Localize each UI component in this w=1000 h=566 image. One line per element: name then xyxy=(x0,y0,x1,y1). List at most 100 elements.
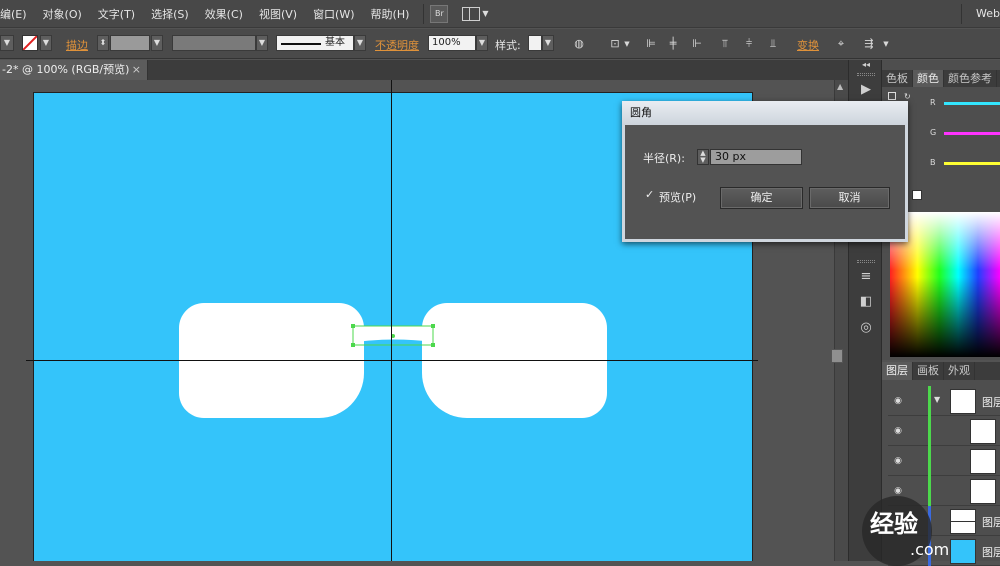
align-middle-icon[interactable]: ⫩ xyxy=(742,37,756,51)
layer-color-bar xyxy=(928,476,931,506)
graphic-style-dropdown[interactable]: ▼ xyxy=(542,35,554,51)
transparency-icon[interactable]: ◎ xyxy=(857,319,875,337)
red-slider-label: R xyxy=(930,98,936,107)
preview-label[interactable]: 预览(P) xyxy=(659,189,696,205)
tab-appearance[interactable]: 外观 xyxy=(944,362,975,380)
document-tab[interactable]: -2* @ 100% (RGB/预览) × xyxy=(0,60,148,80)
green-slider[interactable] xyxy=(944,132,1000,135)
menu-effect[interactable]: 效果(C) xyxy=(197,6,251,22)
close-icon[interactable]: × xyxy=(132,60,141,80)
bridge-shape xyxy=(354,326,433,342)
brush-style-label: 基本 xyxy=(325,37,345,48)
eye-icon[interactable]: ◉ xyxy=(892,455,904,467)
tab-layers[interactable]: 图层 xyxy=(882,362,913,380)
scroll-up-arrow[interactable]: ▲ xyxy=(837,82,843,91)
align-right-icon[interactable]: ⊩ xyxy=(690,37,704,51)
layer-thumbnail xyxy=(950,389,976,414)
layer-row[interactable]: ◉ xyxy=(888,416,1000,446)
path-thumbnail xyxy=(970,449,996,474)
menu-lines-icon[interactable]: ≡ xyxy=(857,268,875,286)
arrange-documents-icon[interactable] xyxy=(462,6,481,21)
control-bar: ▼ ▼ 描边 ⬍ ▼ ▼ 基本 ▼ 不透明度 100% ▼ 样式: ▼ ◍ ⊡ … xyxy=(0,29,1000,59)
opacity-dropdown[interactable]: ▼ xyxy=(476,35,488,51)
white-swatch[interactable] xyxy=(912,190,922,200)
layer-thumbnail xyxy=(950,509,976,534)
graphic-style-swatch[interactable] xyxy=(528,35,542,51)
recolor-artwork-icon[interactable]: ◍ xyxy=(572,37,586,51)
horizontal-guide[interactable] xyxy=(26,360,758,361)
layer-color-bar xyxy=(928,446,931,476)
align-left-icon[interactable]: ⊫ xyxy=(644,37,658,51)
stroke-dropdown-arrow[interactable]: ▼ xyxy=(40,35,52,51)
panel-menu-icon[interactable]: ⇶ xyxy=(862,37,876,51)
tab-color[interactable]: 颜色 xyxy=(913,70,944,87)
align-center-icon[interactable]: ╪ xyxy=(666,37,680,51)
menu-type[interactable]: 文字(T) xyxy=(90,6,143,22)
selection-handle xyxy=(351,324,355,328)
expand-triangle-icon[interactable]: ▼ xyxy=(934,395,940,404)
menu-edit[interactable]: 编(E) xyxy=(0,6,35,22)
cancel-button[interactable]: 取消 xyxy=(809,187,890,209)
opacity-label[interactable]: 不透明度 xyxy=(375,37,419,53)
document-tab-bar: -2* @ 100% (RGB/预览) × xyxy=(0,60,848,80)
panel-grip[interactable] xyxy=(857,73,875,76)
bridge-button[interactable]: Br xyxy=(430,4,449,23)
transform-label[interactable]: 变换 xyxy=(797,37,819,53)
layer-row[interactable]: ◉ ▼ 图层 xyxy=(888,386,1000,416)
radius-input[interactable]: 30 px xyxy=(710,149,802,165)
panel-grip[interactable] xyxy=(857,260,875,263)
layer-row[interactable]: ◉ xyxy=(888,446,1000,476)
variable-width-dropdown[interactable]: ▼ xyxy=(256,35,268,51)
blue-slider[interactable] xyxy=(944,162,1000,165)
vertical-guide[interactable] xyxy=(391,80,392,561)
radius-stepper[interactable]: ▲ ▼ xyxy=(697,149,709,165)
collapse-panels-icon[interactable]: ◂◂ xyxy=(857,60,875,70)
green-slider-label: G xyxy=(930,128,937,137)
stroke-none-swatch[interactable] xyxy=(22,35,38,51)
tab-color-guide[interactable]: 颜色参考 xyxy=(944,70,997,87)
red-slider[interactable] xyxy=(944,102,1000,105)
document-tab-title: -2* @ 100% (RGB/预览) xyxy=(2,63,130,76)
opacity-field[interactable]: 100% xyxy=(428,35,476,51)
watermark-text: 经验 xyxy=(870,510,918,538)
stroke-weight-dropdown[interactable]: ▼ xyxy=(151,35,163,51)
layer-name: 图层 xyxy=(982,546,1000,559)
path-thumbnail xyxy=(970,479,996,504)
dialog-title: 圆角 xyxy=(622,101,908,125)
workspace-switcher[interactable]: Web xyxy=(968,7,1000,20)
tab-artboards[interactable]: 画板 xyxy=(913,362,944,380)
menu-view[interactable]: 视图(V) xyxy=(251,6,305,22)
color-panel-tabs: 色板 颜色 颜色参考 xyxy=(882,70,1000,87)
brush-dropdown[interactable]: ▼ xyxy=(354,35,366,51)
layer-name: 图层 xyxy=(982,516,1000,529)
preview-checkbox[interactable]: ✓ xyxy=(645,189,657,201)
isolate-object-icon[interactable]: ⌖ xyxy=(834,37,848,51)
variable-width-field[interactable] xyxy=(172,35,256,51)
brush-line xyxy=(281,43,321,45)
stroke-weight-stepper[interactable]: ⬍ xyxy=(97,35,109,51)
stroke-label[interactable]: 描边 xyxy=(66,37,88,53)
eye-icon[interactable]: ◉ xyxy=(892,425,904,437)
chevron-down-icon[interactable]: ▼ xyxy=(482,9,488,18)
path-thumbnail xyxy=(970,419,996,444)
chevron-down-icon[interactable]: ▼ xyxy=(879,37,893,51)
fill-dropdown-arrow[interactable]: ▼ xyxy=(0,35,14,51)
stroke-weight-field[interactable] xyxy=(110,35,150,51)
blue-slider-label: B xyxy=(930,158,936,167)
selection-handle xyxy=(431,343,435,347)
ok-button[interactable]: 确定 xyxy=(720,187,803,209)
menu-object[interactable]: 对象(O) xyxy=(35,6,90,22)
tab-swatches[interactable]: 色板 xyxy=(882,70,913,87)
radius-label: 半径(R): xyxy=(643,152,685,165)
menu-select[interactable]: 选择(S) xyxy=(143,6,197,22)
eye-icon[interactable]: ◉ xyxy=(892,395,904,407)
gradient-icon[interactable]: ◧ xyxy=(857,293,875,311)
chevron-down-icon[interactable]: ▼ xyxy=(620,37,634,51)
scrollbar-thumb[interactable] xyxy=(831,349,843,363)
brush-definition-field[interactable]: 基本 xyxy=(276,35,354,51)
menu-help[interactable]: 帮助(H) xyxy=(363,6,418,22)
menu-window[interactable]: 窗口(W) xyxy=(305,6,362,22)
align-bottom-icon[interactable]: ⫫ xyxy=(766,37,780,51)
align-top-icon[interactable]: ⫪ xyxy=(718,37,732,51)
play-action-icon[interactable]: ▶ xyxy=(857,81,875,99)
